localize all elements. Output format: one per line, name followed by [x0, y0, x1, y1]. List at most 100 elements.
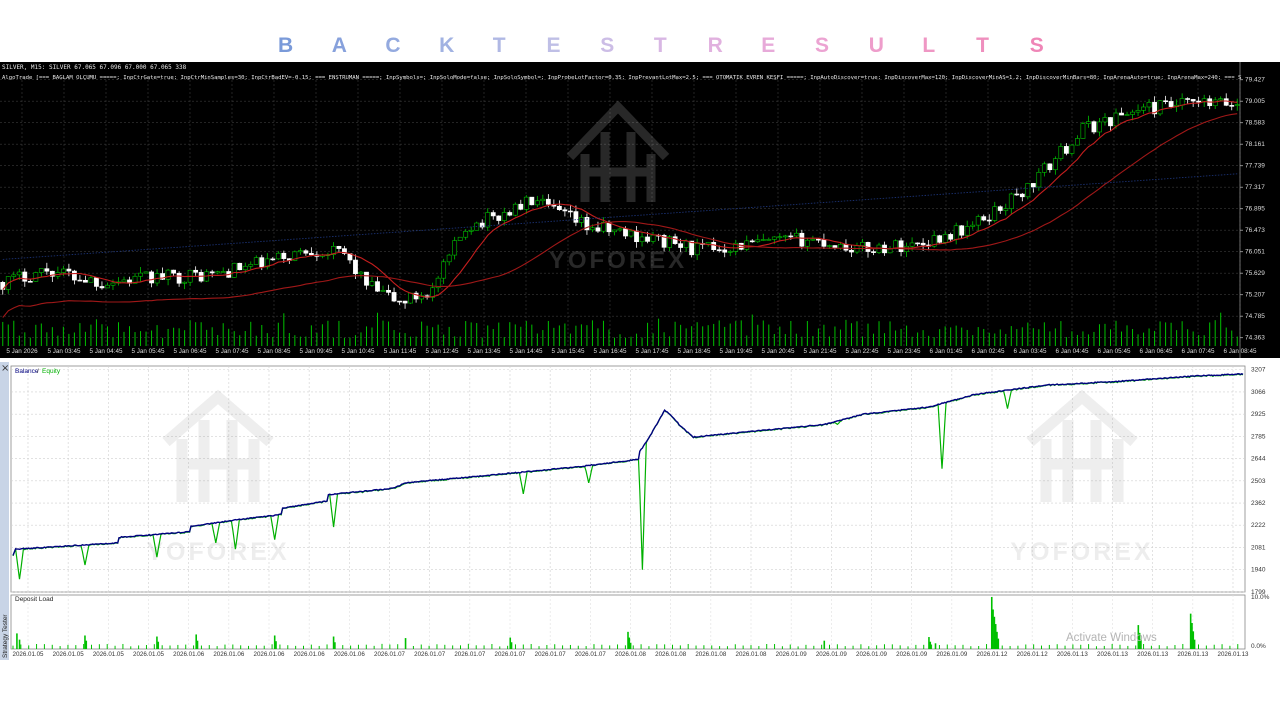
candle-body — [672, 236, 678, 244]
time-tick-label: 5 Jan 20:45 — [762, 348, 795, 355]
time-tick-label: 5 Jan 18:45 — [678, 348, 711, 355]
date-tick-label: 2026.01.06 — [334, 651, 366, 658]
candle-body — [970, 224, 976, 227]
load-tick-label: 0.0% — [1251, 643, 1266, 650]
title-letter: K — [439, 34, 455, 57]
candle-body — [1234, 104, 1240, 106]
candle-body — [777, 236, 783, 239]
time-tick-label: 6 Jan 04:45 — [1056, 348, 1089, 355]
candle-body — [1119, 112, 1124, 116]
candle-body — [297, 250, 303, 253]
candle-body — [496, 215, 502, 221]
candle-body — [66, 268, 72, 272]
date-tick-label: 2026.01.13 — [1218, 651, 1250, 658]
candle-body — [705, 242, 711, 245]
candle-body — [992, 206, 998, 221]
candle-body — [44, 268, 50, 272]
candle — [1080, 121, 1086, 140]
price-chart-window[interactable]: 79.427 79.005 78.583 78.161 77.739 77.317 76.8… — [0, 62, 1280, 358]
candle-body — [231, 262, 237, 278]
time-tick-label: 5 Jan 16:45 — [594, 348, 627, 355]
price-tick-label: 79.427 — [1245, 77, 1265, 84]
date-tick-label: 2026.01.06 — [173, 651, 205, 658]
candle — [937, 234, 943, 244]
activate-windows-notice: Activate Windows — [1066, 632, 1157, 644]
candle-body — [953, 225, 959, 240]
candle-body — [193, 269, 199, 273]
time-tick-label: 5 Jan 05:45 — [132, 348, 165, 355]
candle-body — [782, 235, 788, 238]
candle-body — [545, 198, 551, 205]
candle-body — [77, 279, 83, 282]
candle-body — [83, 279, 88, 283]
date-tick-label: 2026.01.09 — [936, 651, 968, 658]
legend-separator: / — [37, 368, 39, 375]
candle — [1091, 120, 1097, 135]
date-tick-label: 2026.01.09 — [856, 651, 888, 658]
tester-legend: Balance/Equity — [15, 368, 61, 375]
candle-body — [308, 252, 314, 256]
strategy-tester-tab-label: Strategy Tester — [2, 614, 9, 658]
date-tick-label: 2026.01.07 — [495, 651, 527, 658]
candle-body — [556, 205, 562, 211]
time-tick-label: 6 Jan 08:45 — [1224, 348, 1257, 355]
time-tick-label: 5 Jan 23:45 — [888, 348, 921, 355]
date-tick-label: 2026.01.08 — [695, 651, 727, 658]
time-tick-label: 5 Jan 21:45 — [804, 348, 837, 355]
candle-body — [1036, 172, 1042, 188]
candle-body — [99, 286, 105, 289]
candle-body — [595, 227, 601, 232]
candle-body — [60, 268, 66, 273]
candle-body — [1157, 100, 1163, 115]
close-icon[interactable]: × — [1, 363, 9, 374]
candle-body — [490, 212, 496, 217]
title-letter: U — [868, 34, 884, 57]
title-letter: A — [331, 34, 347, 57]
candle-body — [959, 225, 965, 236]
banner-title: BACKTESTRESULTS — [0, 34, 1280, 60]
candle-body — [1014, 193, 1020, 196]
time-tick-label: 6 Jan 02:45 — [972, 348, 1005, 355]
time-tick-label: 5 Jan 09:45 — [300, 348, 333, 355]
candle-body — [1113, 112, 1119, 127]
candle-body — [369, 281, 375, 286]
candle-body — [1130, 111, 1135, 115]
candle-body — [397, 300, 402, 303]
candle-body — [1097, 121, 1102, 133]
candle-body — [694, 243, 700, 256]
candle-body — [1168, 101, 1174, 107]
candle-body — [441, 261, 447, 279]
date-tick-label: 2026.01.08 — [655, 651, 687, 658]
title-letter: T — [976, 34, 989, 57]
candle-body — [529, 196, 535, 206]
candle-body — [501, 212, 507, 221]
candle-body — [353, 259, 358, 275]
candle-body — [1008, 193, 1014, 209]
candle-body — [562, 209, 568, 212]
candle-body — [849, 249, 854, 253]
candle-body — [1069, 144, 1075, 154]
candle-body — [860, 242, 865, 246]
candle-body — [716, 249, 722, 251]
candle — [689, 240, 695, 258]
candle-body — [16, 271, 22, 276]
date-tick-label: 2026.01.07 — [454, 651, 486, 658]
candle-body — [143, 271, 149, 274]
candle-body — [810, 238, 816, 241]
watermark-text: YOFOREX — [549, 247, 687, 274]
date-tick-label: 2026.01.12 — [977, 651, 1009, 658]
date-tick-label: 2026.01.05 — [13, 651, 45, 658]
price-tick-label: 78.161 — [1245, 141, 1265, 148]
time-tick-label: 5 Jan 06:45 — [174, 348, 207, 355]
candle-body — [11, 274, 17, 277]
time-tick-label: 5 Jan 2026 — [6, 348, 38, 355]
candle-body — [1218, 98, 1224, 101]
candle-body — [94, 277, 99, 287]
candle-body — [981, 216, 987, 221]
price-tick-label: 79.005 — [1245, 98, 1265, 105]
balance-tick-label: 2785 — [1251, 433, 1266, 440]
date-tick-label: 2026.01.07 — [575, 651, 607, 658]
candle-body — [1190, 99, 1196, 102]
date-tick-label: 2026.01.07 — [535, 651, 567, 658]
candle-body — [975, 216, 981, 226]
